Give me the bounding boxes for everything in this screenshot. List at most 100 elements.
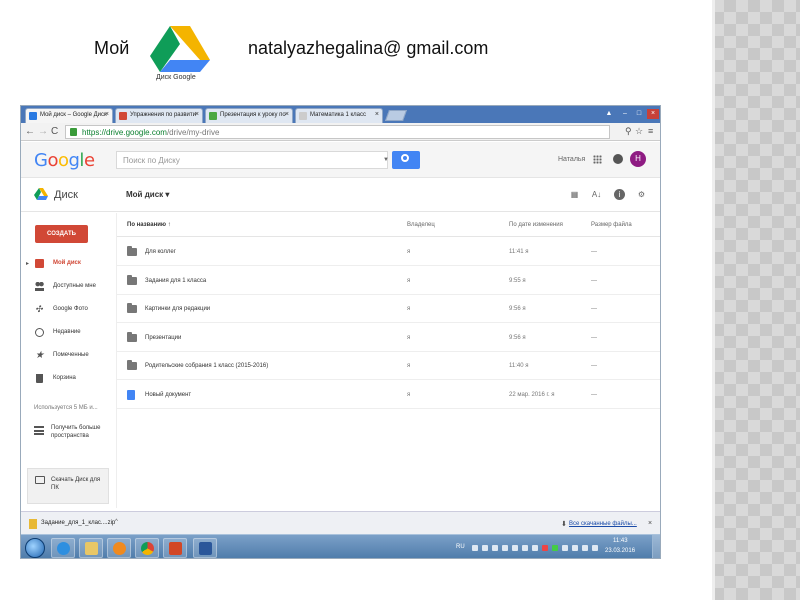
explorer-taskbar-button[interactable] — [79, 538, 103, 558]
apps-grid-icon[interactable] — [593, 155, 602, 164]
file-name: Задания для 1 класса — [145, 277, 207, 284]
sidebar-item-photos[interactable]: ✣ Google Фото — [21, 301, 116, 319]
avatar[interactable]: Н — [630, 151, 646, 167]
gear-icon[interactable]: ⚙ — [636, 189, 647, 200]
sidebar-item-label: Мой диск — [53, 260, 81, 266]
address-bar[interactable]: https://drive.google.com/drive/my-drive — [65, 125, 610, 139]
tray-icon[interactable] — [572, 545, 578, 551]
maximize-icon[interactable]: □ — [633, 109, 645, 119]
drive-tab-icon — [29, 112, 37, 120]
close-icon[interactable]: × — [375, 111, 379, 118]
tab-exercises[interactable]: Упражнения по развити × — [115, 108, 203, 123]
tray-icon[interactable] — [472, 545, 478, 551]
show-desktop-button[interactable] — [652, 535, 660, 558]
close-icon[interactable]: × — [285, 111, 289, 118]
file-modified: 9:56 я — [509, 306, 526, 312]
tray-icon[interactable] — [552, 545, 558, 551]
key-icon[interactable]: ⚲ — [625, 126, 632, 137]
storage-usage: Используется 5 МБ и... — [34, 405, 98, 411]
clock-date[interactable]: 23.03.2016 — [605, 548, 635, 554]
table-row[interactable]: Для коллег я 11:41 я — — [117, 238, 660, 266]
tab-presentation[interactable]: Презентация к уроку по × — [205, 108, 293, 123]
search-input[interactable]: Поиск по Диску — [116, 151, 388, 169]
downloaded-file-name: Задание_для_1_клас....zip — [41, 520, 116, 526]
sidebar-item-recent[interactable]: Недавние — [21, 324, 116, 342]
tray-icon[interactable] — [502, 545, 508, 551]
my-drive-dropdown[interactable]: Мой диск ▾ — [126, 190, 169, 199]
tray-icon[interactable] — [582, 545, 588, 551]
back-icon[interactable]: ← — [25, 126, 35, 137]
user-name[interactable]: Наталья — [558, 156, 585, 163]
file-size: — — [591, 391, 597, 398]
reload-icon[interactable]: C — [51, 126, 58, 137]
start-button[interactable] — [25, 538, 45, 558]
folder-icon — [127, 303, 137, 313]
search-options-icon[interactable]: ▼ — [383, 157, 389, 163]
new-tab-button[interactable] — [384, 110, 408, 121]
trash-icon — [36, 374, 43, 383]
sidebar-item-shared[interactable]: Доступные мне — [21, 278, 116, 296]
table-row[interactable]: Новый документ я 22 мар. 2016 г. я — — [117, 381, 660, 409]
user-icon[interactable]: ▲ — [603, 109, 615, 119]
search-button[interactable] — [392, 151, 420, 169]
close-window-icon[interactable]: × — [647, 109, 659, 119]
file-modified: 9:56 я — [509, 334, 526, 341]
chrome-taskbar-button[interactable] — [135, 538, 159, 558]
column-size[interactable]: Размер файла — [591, 222, 632, 228]
table-row[interactable]: Родительские собрания 1 класс (2015-2016… — [117, 352, 660, 380]
powerpoint-taskbar-button[interactable] — [163, 538, 187, 558]
download-drive-link[interactable]: Скачать Диск для ПК — [27, 468, 109, 504]
forward-icon[interactable]: → — [38, 126, 48, 137]
create-button[interactable]: СОЗДАТЬ — [35, 225, 88, 243]
column-modified[interactable]: По дате изменения — [509, 222, 563, 228]
file-owner: я — [407, 391, 411, 398]
tray-icon[interactable] — [482, 545, 488, 551]
slide-title: Мой — [94, 38, 130, 58]
tray-icon[interactable] — [542, 545, 548, 551]
file-modified: 22 мар. 2016 г. я — [509, 391, 555, 398]
table-row[interactable]: Картинки для редакции я 9:56 я — — [117, 295, 660, 323]
tray-icon[interactable] — [512, 545, 518, 551]
tray-icon[interactable] — [592, 545, 598, 551]
sidebar-item-my-drive[interactable]: ▸ Мой диск — [21, 255, 116, 273]
file-list-header: По названию ↑ Владелец По дате изменения… — [117, 213, 660, 237]
info-icon[interactable]: i — [614, 189, 625, 200]
sidebar-item-trash[interactable]: Корзина — [21, 370, 116, 388]
sidebar-item-label: Google Фото — [53, 306, 88, 312]
chevron-right-icon[interactable]: ▸ — [26, 260, 29, 267]
close-icon[interactable]: × — [648, 520, 652, 527]
document-icon — [127, 389, 135, 400]
close-icon[interactable]: × — [195, 111, 199, 118]
clock-time[interactable]: 11:43 — [613, 538, 628, 544]
chevron-up-icon[interactable]: ^ — [115, 519, 118, 525]
media-player-taskbar-button[interactable] — [107, 538, 131, 558]
grid-view-icon[interactable]: ▦ — [569, 189, 580, 200]
get-more-storage-link[interactable]: Получить больше пространства — [21, 421, 116, 445]
table-row[interactable]: Задания для 1 класса я 9:55 я — — [117, 267, 660, 295]
language-indicator[interactable]: RU — [456, 544, 465, 550]
ie-taskbar-button[interactable] — [51, 538, 75, 558]
tray-icon[interactable] — [492, 545, 498, 551]
tray-icon[interactable] — [522, 545, 528, 551]
downloaded-file[interactable]: Задание_для_1_клас....zip — [27, 517, 117, 530]
url-path: /drive/my-drive — [166, 128, 220, 137]
notifications-icon[interactable] — [613, 154, 623, 164]
column-name[interactable]: По названию ↑ — [127, 222, 171, 228]
sidebar-item-starred[interactable]: ★ Помеченные — [21, 347, 116, 365]
tab-math[interactable]: Математика 1 класс × — [295, 108, 383, 123]
google-logo[interactable]: Google — [34, 150, 95, 171]
star-icon[interactable]: ☆ — [635, 126, 643, 137]
show-all-downloads-link[interactable]: Все скачанные файлы... — [569, 521, 637, 527]
close-icon[interactable]: × — [105, 111, 109, 118]
storage-icon — [34, 426, 44, 435]
tab-my-drive[interactable]: Мой диск – Google Диск × — [25, 108, 113, 123]
word-taskbar-button[interactable] — [193, 538, 217, 558]
tray-icon[interactable] — [532, 545, 538, 551]
column-owner[interactable]: Владелец — [407, 222, 435, 228]
table-row[interactable]: Презентации я 9:56 я — — [117, 324, 660, 352]
tray-icon[interactable] — [562, 545, 568, 551]
tab-label: Упражнения по развити — [130, 112, 196, 118]
sort-icon[interactable]: A↓ — [591, 189, 602, 200]
menu-icon[interactable]: ≡ — [648, 126, 653, 136]
minimize-icon[interactable]: – — [619, 109, 631, 119]
